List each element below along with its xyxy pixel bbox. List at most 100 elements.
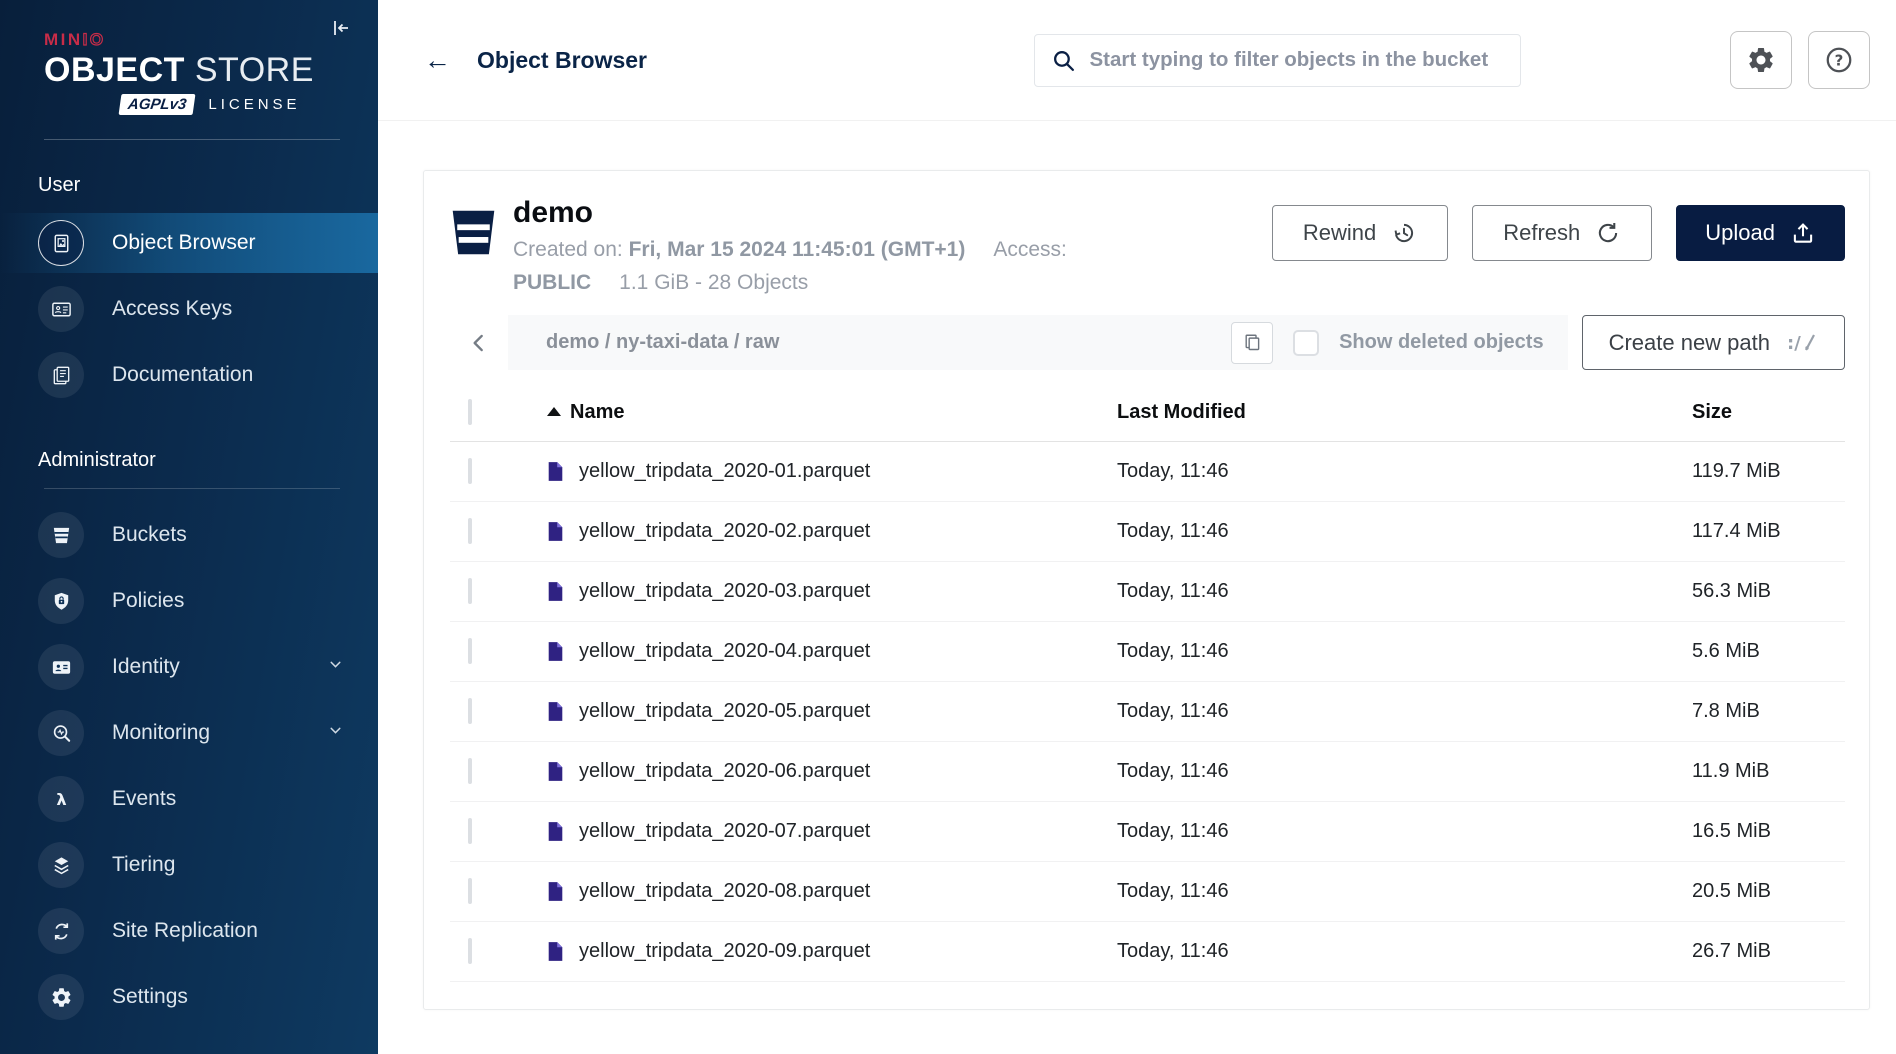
object-modified: Today, 11:46 xyxy=(1117,460,1692,483)
upload-button[interactable]: Upload xyxy=(1676,205,1845,261)
file-icon xyxy=(547,521,564,542)
settings-button[interactable] xyxy=(1730,31,1792,89)
object-size: 56.3 MiB xyxy=(1692,580,1845,603)
sidebar-item-icon xyxy=(38,578,84,624)
object-name-cell: yellow_tripdata_2020-01.parquet xyxy=(522,460,1117,483)
object-name[interactable]: yellow_tripdata_2020-05.parquet xyxy=(579,700,870,723)
row-checkbox-cell xyxy=(450,580,522,603)
object-modified: Today, 11:46 xyxy=(1117,580,1692,603)
table-row[interactable]: yellow_tripdata_2020-01.parquet Today, 1… xyxy=(450,442,1845,502)
row-checkbox[interactable] xyxy=(468,938,472,964)
search-input[interactable] xyxy=(1090,48,1504,72)
size-header[interactable]: Size xyxy=(1692,401,1845,424)
row-checkbox[interactable] xyxy=(468,638,472,664)
object-name[interactable]: yellow_tripdata_2020-08.parquet xyxy=(579,880,870,903)
sidebar-item-object-browser[interactable]: Object Browser xyxy=(0,213,378,273)
table-row[interactable]: yellow_tripdata_2020-02.parquet Today, 1… xyxy=(450,502,1845,562)
table-row[interactable]: yellow_tripdata_2020-03.parquet Today, 1… xyxy=(450,562,1845,622)
object-name[interactable]: yellow_tripdata_2020-01.parquet xyxy=(579,460,870,483)
object-size: 20.5 MiB xyxy=(1692,880,1845,903)
header-actions xyxy=(1730,31,1870,89)
top-header: ← Object Browser xyxy=(378,0,1896,121)
row-checkbox[interactable] xyxy=(468,878,472,904)
object-name[interactable]: yellow_tripdata_2020-09.parquet xyxy=(579,940,870,963)
table-row[interactable]: yellow_tripdata_2020-09.parquet Today, 1… xyxy=(450,922,1845,982)
breadcrumb-strip: demo / ny-taxi-data / raw Show deleted o… xyxy=(508,315,1568,370)
sidebar-item-icon xyxy=(38,908,84,954)
path-icon xyxy=(1786,330,1818,355)
sidebar-item-buckets[interactable]: Buckets xyxy=(0,505,378,565)
sidebar-item-icon xyxy=(38,710,84,756)
sidebar-item-documentation[interactable]: Documentation xyxy=(0,345,378,405)
object-size: 119.7 MiB xyxy=(1692,460,1845,483)
object-modified: Today, 11:46 xyxy=(1117,940,1692,963)
object-modified: Today, 11:46 xyxy=(1117,520,1692,543)
file-icon xyxy=(547,461,564,482)
object-modified: Today, 11:46 xyxy=(1117,700,1692,723)
sidebar-item-policies[interactable]: Policies xyxy=(0,571,378,631)
row-checkbox[interactable] xyxy=(468,518,472,544)
objects-table: Name Last Modified Size xyxy=(450,384,1845,982)
sidebar-item-access-keys[interactable]: Access Keys xyxy=(0,279,378,339)
minio-logo: MINIO OBJECT STORE AGPLv3 LICENSE xyxy=(0,0,378,115)
object-size: 117.4 MiB xyxy=(1692,520,1845,543)
table-row[interactable]: yellow_tripdata_2020-07.parquet Today, 1… xyxy=(450,802,1845,862)
minio-console: MINIO OBJECT STORE AGPLv3 LICENSE User O… xyxy=(0,0,1896,1054)
page-title-row: ← Object Browser xyxy=(424,45,824,76)
upload-icon xyxy=(1790,220,1816,246)
sidebar-admin-items: Buckets Policies Identity Monitoring xyxy=(0,505,378,1027)
sidebar-item-icon xyxy=(38,842,84,888)
table-row[interactable]: yellow_tripdata_2020-08.parquet Today, 1… xyxy=(450,862,1845,922)
page-title: Object Browser xyxy=(477,47,647,74)
sidebar-item-events[interactable]: Events xyxy=(0,769,378,829)
object-size: 5.6 MiB xyxy=(1692,640,1845,663)
content-area: demo Created on: Fri, Mar 15 2024 11:45:… xyxy=(378,121,1896,1054)
sidebar-collapse-button[interactable] xyxy=(326,14,356,44)
navigate-up-button[interactable] xyxy=(450,315,508,370)
row-checkbox[interactable] xyxy=(468,818,472,844)
object-size: 11.9 MiB xyxy=(1692,760,1845,783)
object-size: 26.7 MiB xyxy=(1692,940,1845,963)
modified-header[interactable]: Last Modified xyxy=(1117,401,1692,424)
create-new-path-button[interactable]: Create new path xyxy=(1582,315,1845,370)
refresh-button[interactable]: Refresh xyxy=(1472,205,1652,261)
copy-icon xyxy=(1242,332,1263,353)
object-name[interactable]: yellow_tripdata_2020-04.parquet xyxy=(579,640,870,663)
sidebar-item-site-replication[interactable]: Site Replication xyxy=(0,901,378,961)
table-row[interactable]: yellow_tripdata_2020-04.parquet Today, 1… xyxy=(450,622,1845,682)
file-icon xyxy=(547,821,564,842)
sidebar-item-identity[interactable]: Identity xyxy=(0,637,378,697)
row-checkbox[interactable] xyxy=(468,758,472,784)
row-checkbox-cell xyxy=(450,760,522,783)
sidebar-item-monitoring[interactable]: Monitoring xyxy=(0,703,378,763)
sidebar-divider xyxy=(44,488,340,489)
agpl-badge: AGPLv3 xyxy=(119,94,196,115)
back-arrow-icon[interactable]: ← xyxy=(424,45,451,76)
object-name[interactable]: yellow_tripdata_2020-02.parquet xyxy=(579,520,870,543)
sidebar-item-settings[interactable]: Settings xyxy=(0,967,378,1027)
bucket-name: demo xyxy=(513,195,1272,231)
breadcrumb[interactable]: demo / ny-taxi-data / raw xyxy=(546,331,1211,354)
rewind-button[interactable]: Rewind xyxy=(1272,205,1448,261)
object-name[interactable]: yellow_tripdata_2020-03.parquet xyxy=(579,580,870,603)
bucket-info: demo Created on: Fri, Mar 15 2024 11:45:… xyxy=(513,191,1272,299)
object-name[interactable]: yellow_tripdata_2020-07.parquet xyxy=(579,820,870,843)
row-checkbox[interactable] xyxy=(468,698,472,724)
gear-icon xyxy=(1746,45,1776,75)
row-checkbox-cell xyxy=(450,820,522,843)
table-row[interactable]: yellow_tripdata_2020-05.parquet Today, 1… xyxy=(450,682,1845,742)
show-deleted-checkbox[interactable] xyxy=(1293,330,1319,356)
sidebar-item-tiering[interactable]: Tiering xyxy=(0,835,378,895)
table-header: Name Last Modified Size xyxy=(450,384,1845,442)
help-button[interactable] xyxy=(1808,31,1870,89)
table-row[interactable]: yellow_tripdata_2020-06.parquet Today, 1… xyxy=(450,742,1845,802)
name-header[interactable]: Name xyxy=(522,401,1117,424)
file-icon xyxy=(547,881,564,902)
row-checkbox[interactable] xyxy=(468,578,472,604)
bucket-icon xyxy=(450,191,497,299)
row-checkbox[interactable] xyxy=(468,458,472,484)
object-name[interactable]: yellow_tripdata_2020-06.parquet xyxy=(579,760,870,783)
select-all-checkbox[interactable] xyxy=(468,399,472,425)
copy-path-button[interactable] xyxy=(1231,322,1273,364)
sidebar-item-icon xyxy=(38,286,84,332)
